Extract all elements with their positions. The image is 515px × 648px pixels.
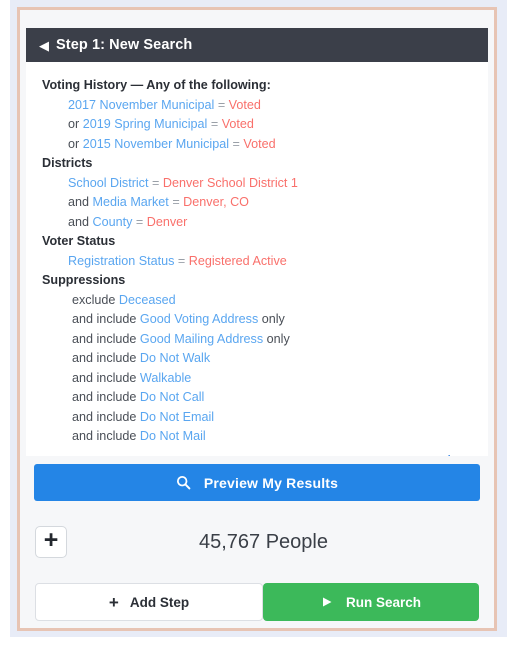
criteria-group-title: Voter Status <box>42 234 116 248</box>
criteria-value[interactable]: Registered Active <box>189 254 287 268</box>
run-search-label: Run Search <box>345 594 422 610</box>
criteria-operator: exclude <box>72 292 116 307</box>
criteria-line: or 2015 November Municipal = Voted <box>42 135 472 155</box>
back-caret-icon[interactable]: ◀ <box>39 39 49 52</box>
criteria-line: Registration Status = Registered Active <box>42 252 472 272</box>
criteria-suffix: only <box>266 331 290 346</box>
criteria-field-link[interactable]: Deceased <box>119 293 176 307</box>
criteria-group-title: Suppressions <box>42 273 126 287</box>
footer-actions: + Add Step Run Search <box>26 578 488 626</box>
criteria-line: and include Do Not Walk <box>42 349 472 369</box>
page-title: Step 1: New Search <box>56 37 193 53</box>
criteria-field-link[interactable]: Good Voting Address <box>140 312 258 326</box>
criteria-operator: and <box>68 214 90 229</box>
criteria-equals: = <box>135 214 144 229</box>
criteria-line: School District = Denver School District… <box>42 174 472 194</box>
criteria-field-link[interactable]: School District <box>68 176 148 190</box>
criteria-equals: = <box>177 253 186 268</box>
preview-button-label: Preview My Results <box>203 474 339 491</box>
criteria-value[interactable]: Voted <box>222 117 254 131</box>
preview-my-results-button[interactable]: Preview My Results <box>34 464 480 501</box>
criteria-line: and include Do Not Call <box>42 388 472 408</box>
criteria-line: and include Good Mailing Address only <box>42 330 472 350</box>
criteria-equals: = <box>151 175 160 190</box>
criteria-field-link[interactable]: Good Mailing Address <box>140 332 263 346</box>
criteria-panel: Voting History — Any of the following: 20… <box>26 62 488 456</box>
criteria-value[interactable]: Denver, CO <box>183 195 249 209</box>
criteria-group-title: Districts <box>42 156 93 170</box>
result-count-row: + 45,767 People <box>26 512 488 572</box>
criteria-value[interactable]: Denver School District 1 <box>163 176 298 190</box>
criteria-line: and Media Market = Denver, CO <box>42 193 472 213</box>
criteria-field-link[interactable]: Do Not Walk <box>140 351 210 365</box>
criteria-field-link[interactable]: 2019 Spring Municipal <box>83 117 208 131</box>
criteria-field-link[interactable]: Registration Status <box>68 254 174 268</box>
collapse-toggle-link[interactable]: ...less <box>438 455 470 457</box>
criteria-line: and include Walkable <box>42 369 472 389</box>
criteria-equals: = <box>217 97 226 112</box>
criteria-line: and include Do Not Mail <box>42 427 472 447</box>
criteria-suffix: only <box>261 312 285 326</box>
criteria-field-link[interactable]: Media Market <box>93 195 169 209</box>
criteria-line: exclude Deceased <box>42 291 472 311</box>
criteria-equals: = <box>232 136 240 151</box>
criteria-operator: and <box>68 195 90 209</box>
criteria-field-link[interactable]: Do Not Mail <box>140 429 206 443</box>
criteria-field-link[interactable]: 2017 November Municipal <box>68 98 214 112</box>
criteria-operator: and include <box>72 390 137 404</box>
criteria-field-link[interactable]: County <box>93 215 133 229</box>
criteria-operator: and include <box>72 351 137 365</box>
step-header: ◀ Step 1: New Search <box>26 28 488 62</box>
criteria-equals: = <box>210 117 219 131</box>
criteria-line: and County = Denver <box>42 213 472 233</box>
criteria-field-link[interactable]: 2015 November Municipal <box>83 137 229 151</box>
plus-icon: + <box>108 592 119 612</box>
search-icon <box>176 475 191 490</box>
criteria-line: 2017 November Municipal = Voted <box>42 96 472 116</box>
collapse-row: ...less <box>42 451 472 457</box>
criteria-field-link[interactable]: Do Not Email <box>140 410 214 424</box>
criteria-field-link[interactable]: Do Not Call <box>140 390 204 404</box>
play-icon <box>321 596 333 608</box>
criteria-equals: = <box>172 195 180 209</box>
criteria-operator: or <box>68 117 80 131</box>
add-step-label: Add Step <box>129 594 190 610</box>
criteria-operator: and include <box>72 312 137 326</box>
criteria-operator: or <box>68 136 80 151</box>
criteria-line: or 2019 Spring Municipal = Voted <box>42 115 472 135</box>
criteria-value[interactable]: Denver <box>147 215 188 229</box>
criteria-operator: and include <box>72 370 137 385</box>
criteria-group-title: Voting History — Any of the following: <box>42 78 271 92</box>
add-step-button[interactable]: + Add Step <box>35 583 263 621</box>
run-search-button[interactable]: Run Search <box>263 583 479 621</box>
criteria-operator: and include <box>72 409 137 424</box>
criteria-value[interactable]: Voted <box>229 98 261 112</box>
criteria-field-link[interactable]: Walkable <box>140 371 191 385</box>
criteria-operator: and include <box>72 331 137 346</box>
criteria-line: and include Good Voting Address only <box>42 310 472 330</box>
plus-icon: + <box>43 526 59 554</box>
add-criteria-button[interactable]: + <box>35 526 67 558</box>
criteria-line: and include Do Not Email <box>42 408 472 428</box>
criteria-value[interactable]: Voted <box>243 137 275 151</box>
criteria-operator: and include <box>72 429 137 443</box>
people-count: 45,767 People <box>198 530 328 553</box>
